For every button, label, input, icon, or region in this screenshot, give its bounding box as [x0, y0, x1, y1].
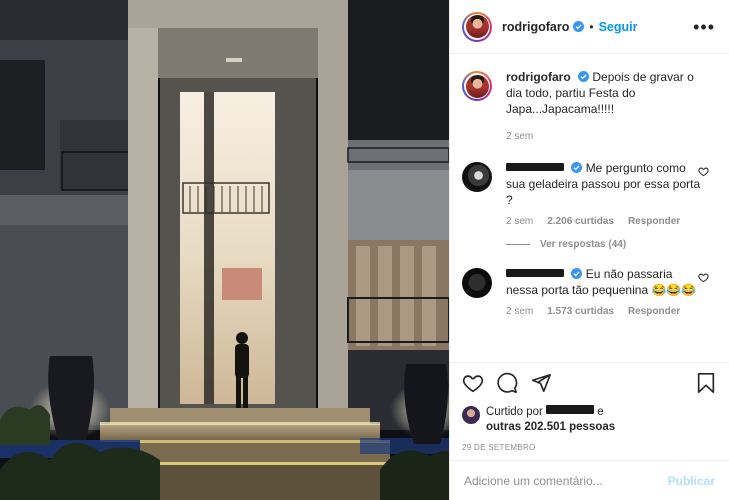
separator-dot: • — [589, 19, 594, 34]
caption-avatar[interactable] — [462, 71, 492, 101]
publish-button[interactable]: Publicar — [668, 474, 715, 488]
view-replies-label: Ver respostas (44) — [540, 239, 627, 250]
post-date[interactable]: 29 DE SETEMBRO — [462, 443, 717, 452]
comment-row: Me pergunto como sua geladeira passou po… — [462, 160, 713, 208]
comment-icon[interactable] — [496, 372, 518, 394]
liker-avatar[interactable] — [462, 406, 480, 424]
caption-meta: 2 sem — [506, 131, 713, 142]
caption-text: rodrigofaro Depois de gravar o dia todo,… — [506, 69, 702, 117]
comment-reply-button[interactable]: Responder — [628, 216, 680, 227]
comment-likes[interactable]: 2.206 curtidas — [547, 216, 614, 227]
action-icons — [462, 371, 717, 395]
post-actions: Curtido por e outras 202.501 pessoas 29 … — [450, 362, 729, 452]
comment-avatar[interactable] — [462, 268, 492, 298]
follow-button[interactable]: Seguir — [599, 20, 638, 34]
share-icon[interactable] — [530, 372, 552, 394]
post-panel: rodrigofaro • Seguir ••• rodrigofaro Dep… — [449, 0, 729, 500]
house-photo — [0, 0, 449, 500]
verified-icon — [578, 71, 590, 82]
verified-icon — [571, 162, 583, 173]
comment-meta: 2 sem 1.573 curtidas Responder — [506, 306, 713, 317]
comments-list[interactable]: rodrigofaro Depois de gravar o dia todo,… — [450, 55, 729, 360]
more-icon[interactable]: ••• — [693, 18, 715, 36]
redacted-liker[interactable] — [546, 405, 595, 414]
post-header: rodrigofaro • Seguir ••• — [450, 0, 729, 54]
caption-row: rodrigofaro Depois de gravar o dia todo,… — [462, 69, 713, 117]
comment-likes[interactable]: 1.573 curtidas — [547, 306, 614, 317]
comment-avatar[interactable] — [462, 162, 492, 192]
comment-like-heart-icon[interactable] — [698, 166, 709, 177]
comment-like-heart-icon[interactable] — [698, 272, 709, 283]
likes-others[interactable]: outras 202.501 pessoas — [486, 421, 615, 433]
heart-icon[interactable] — [462, 372, 484, 394]
likes-conj: e — [597, 406, 604, 418]
comment-reply-button[interactable]: Responder — [628, 306, 680, 317]
author-avatar[interactable] — [462, 11, 492, 42]
verified-icon — [573, 21, 585, 32]
replies-line — [506, 244, 530, 245]
comment-input[interactable] — [464, 473, 668, 488]
redacted-username — [506, 163, 564, 171]
caption-time[interactable]: 2 sem — [506, 131, 533, 142]
add-comment-bar: Publicar — [450, 460, 729, 500]
comment-text: Eu não passaria nessa porta tão pequenin… — [506, 266, 702, 298]
view-replies-button[interactable]: Ver respostas (44) — [506, 239, 713, 250]
comment-meta: 2 sem 2.206 curtidas Responder — [506, 216, 713, 227]
author-username[interactable]: rodrigofaro — [502, 20, 569, 34]
likes-summary: Curtido por e outras 202.501 pessoas — [462, 405, 717, 435]
caption-username[interactable]: rodrigofaro — [506, 70, 571, 84]
verified-icon — [571, 268, 583, 279]
comment-time[interactable]: 2 sem — [506, 216, 533, 227]
post-photo[interactable] — [0, 0, 449, 500]
likes-prefix: Curtido por — [486, 406, 543, 418]
comment-text: Me pergunto como sua geladeira passou po… — [506, 160, 702, 208]
comment-time[interactable]: 2 sem — [506, 306, 533, 317]
bookmark-icon[interactable] — [695, 372, 717, 394]
likes-text: Curtido por e outras 202.501 pessoas — [486, 405, 615, 435]
redacted-username — [506, 269, 564, 277]
comment-row: Eu não passaria nessa porta tão pequenin… — [462, 266, 713, 298]
